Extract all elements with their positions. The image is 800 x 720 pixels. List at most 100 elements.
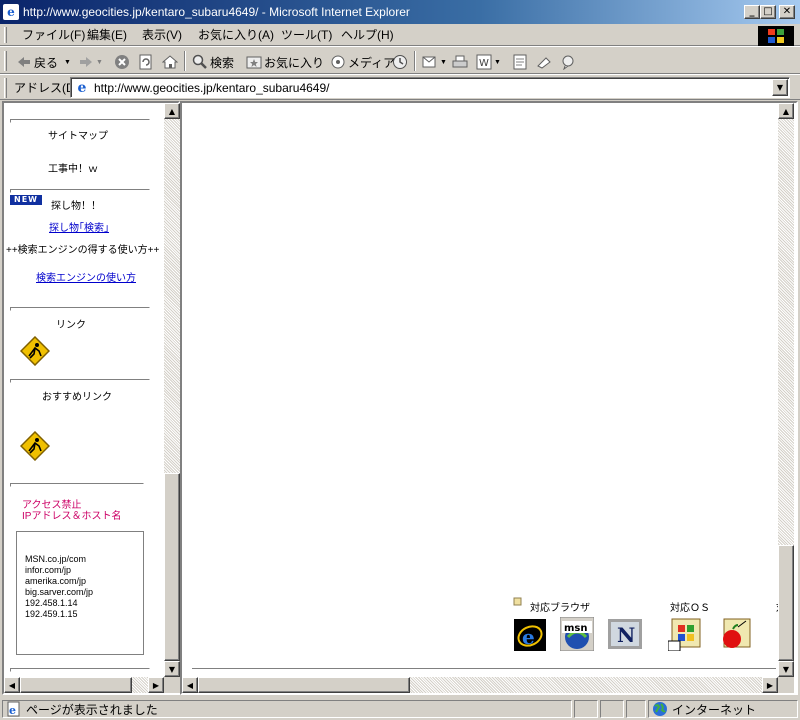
menu-bar: ファイル(F) 編集(E) 表示(V) お気に入り(A) ツール(T) ヘルプ(… xyxy=(0,24,800,46)
security-zone-label: インターネット xyxy=(672,702,757,717)
divider xyxy=(10,307,150,311)
discuss-button[interactable] xyxy=(512,52,530,72)
scroll-thumb[interactable] xyxy=(20,677,132,693)
scroll-corner xyxy=(778,677,794,693)
menu-grip xyxy=(4,27,7,43)
menu-help[interactable]: ヘルプ(H) xyxy=(341,27,394,43)
address-dropdown-button[interactable]: ▼ xyxy=(772,79,788,96)
toolbar-separator xyxy=(414,51,416,71)
netscape-icon[interactable]: N xyxy=(608,619,642,649)
mail-dropdown-icon[interactable]: ▼ xyxy=(440,59,447,66)
search-link[interactable]: 探し物｢検索｣ xyxy=(49,219,109,234)
stop-button[interactable] xyxy=(114,52,132,72)
maximize-button[interactable]: □ xyxy=(760,5,776,19)
history-icon xyxy=(392,54,408,70)
forward-arrow-icon xyxy=(78,54,94,70)
svg-text:msn: msn xyxy=(564,623,588,634)
forward-button[interactable]: ▼ xyxy=(78,52,103,72)
search-engine-guide-link[interactable]: 検索エンジンの使い方 xyxy=(36,269,136,284)
print-button[interactable] xyxy=(452,52,470,72)
divider xyxy=(10,189,150,193)
close-button[interactable]: ✕ xyxy=(779,5,795,19)
main-frame[interactable]: 対応ブラウザ 対応ＯＳ 対 e msn N ▲ ▼ ◀ ▶ xyxy=(180,101,798,695)
under-construction-text: 工事中！ｗ xyxy=(48,164,98,175)
search-button[interactable]: 検索 xyxy=(192,52,234,72)
menu-view[interactable]: 表示(V) xyxy=(142,27,182,43)
mail-icon xyxy=(422,54,438,70)
search-label: 検索 xyxy=(210,55,235,70)
msn-icon[interactable]: msn xyxy=(560,617,594,651)
menu-tools[interactable]: ツール(T) xyxy=(281,27,332,43)
address-input[interactable]: e http://www.geocities.jp/kentaro_subaru… xyxy=(70,77,790,98)
svg-text:W: W xyxy=(479,58,489,69)
discuss-icon xyxy=(512,54,528,70)
access-denied-subheading: IPアドレス＆ホスト名 xyxy=(22,511,122,522)
internet-globe-icon xyxy=(653,702,667,716)
blocked-host: 192.458.1.14 xyxy=(25,598,78,608)
blocked-host: amerika.com/jp xyxy=(25,576,87,586)
left-frame[interactable]: サイトマップ 工事中！ｗ NEW 探し物！！ 探し物｢検索｣ ++検索エンジンの… xyxy=(2,101,180,695)
back-button[interactable]: 戻る ▼ xyxy=(16,52,71,72)
messenger-button[interactable] xyxy=(560,52,578,72)
back-arrow-icon xyxy=(16,54,32,70)
main-vertical-scrollbar[interactable]: ▲ ▼ xyxy=(778,103,794,677)
scroll-right-button[interactable]: ▶ xyxy=(762,677,778,693)
favorites-icon xyxy=(246,54,262,70)
left-horizontal-scrollbar[interactable]: ◀ ▶ xyxy=(4,677,164,693)
edit-dropdown-icon[interactable]: ▼ xyxy=(494,59,501,66)
window-title: http://www.geocities.jp/kentaro_subaru46… xyxy=(23,5,410,19)
blocked-host: infor.com/jp xyxy=(25,565,72,575)
research-button[interactable] xyxy=(536,52,554,72)
refresh-button[interactable] xyxy=(138,52,156,72)
home-icon xyxy=(161,54,179,70)
back-dropdown-icon[interactable]: ▼ xyxy=(64,59,71,66)
scroll-right-button[interactable]: ▶ xyxy=(148,677,164,693)
bottom-rule xyxy=(192,668,776,669)
title-bar[interactable]: e http://www.geocities.jp/kentaro_subaru… xyxy=(0,0,800,24)
recommended-links-heading: おすすめリンク xyxy=(42,392,112,403)
edit-button[interactable]: W ▼ xyxy=(476,52,501,72)
supported-os-label: 対応ＯＳ xyxy=(670,603,710,614)
ie-icon[interactable]: e xyxy=(514,619,546,651)
address-bar: アドレス(D) e http://www.geocities.jp/kentar… xyxy=(0,74,800,100)
word-edit-icon: W xyxy=(476,54,492,70)
home-button[interactable] xyxy=(161,52,180,72)
search-section-title: 探し物！！ xyxy=(51,201,101,212)
page-done-icon: e xyxy=(7,701,20,717)
main-horizontal-scrollbar[interactable]: ◀ ▶ xyxy=(182,677,778,693)
scroll-thumb[interactable] xyxy=(164,473,180,661)
status-message-cell: e ページが表示されました xyxy=(2,700,572,718)
square-bullet-icon xyxy=(513,597,522,606)
scroll-thumb[interactable] xyxy=(198,677,410,693)
left-vertical-scrollbar[interactable]: ▲ ▼ xyxy=(164,103,180,677)
scroll-left-button[interactable]: ◀ xyxy=(4,677,20,693)
mail-button[interactable]: ▼ xyxy=(422,52,447,72)
mac-icon[interactable] xyxy=(718,617,752,651)
menu-favorites[interactable]: お気に入り(A) xyxy=(198,27,274,43)
construction-sign-icon[interactable] xyxy=(20,336,50,366)
page-ie-icon: e xyxy=(77,79,87,96)
scroll-down-button[interactable]: ▼ xyxy=(778,661,794,677)
security-zone-cell[interactable]: インターネット xyxy=(648,700,798,718)
favorites-button[interactable]: お気に入り xyxy=(246,52,324,72)
construction-sign-icon[interactable] xyxy=(20,431,50,461)
media-button[interactable]: メディア xyxy=(330,52,395,72)
media-label: メディア xyxy=(348,55,396,70)
scroll-thumb[interactable] xyxy=(778,545,794,661)
address-grip xyxy=(4,78,7,98)
media-icon xyxy=(330,54,346,70)
scroll-left-button[interactable]: ◀ xyxy=(182,677,198,693)
minimize-button[interactable]: _ xyxy=(744,5,760,19)
scroll-up-button[interactable]: ▲ xyxy=(164,103,180,119)
scroll-down-button[interactable]: ▼ xyxy=(164,661,180,677)
menu-edit[interactable]: 編集(E) xyxy=(87,27,127,43)
menu-file[interactable]: ファイル(F) xyxy=(22,27,85,43)
scroll-up-button[interactable]: ▲ xyxy=(778,103,794,119)
windows-icon[interactable] xyxy=(668,617,704,651)
toolbar-grip xyxy=(4,51,7,71)
stop-icon xyxy=(114,54,130,70)
address-url[interactable]: http://www.geocities.jp/kentaro_subaru46… xyxy=(94,81,329,95)
forward-dropdown-icon[interactable]: ▼ xyxy=(96,59,103,66)
history-button[interactable] xyxy=(392,52,410,72)
status-message: ページが表示されました xyxy=(26,702,158,717)
